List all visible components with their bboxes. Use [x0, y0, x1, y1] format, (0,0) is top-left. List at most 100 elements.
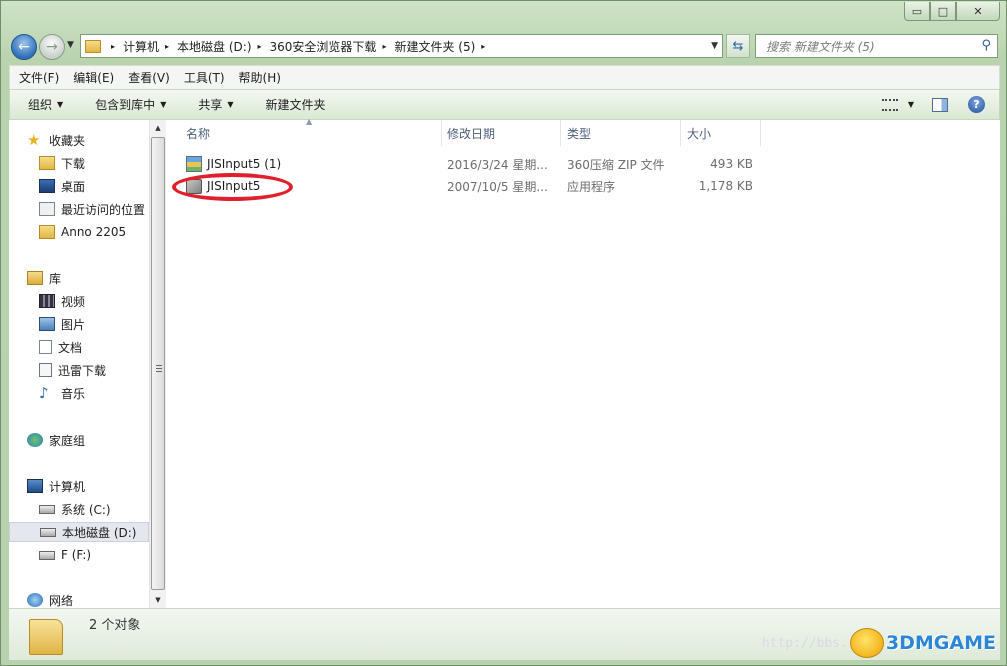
command-bar: 组织 ▼ 包含到库中 ▼ 共享 ▼ 新建文件夹 ▼ ? [9, 89, 1000, 120]
chevron-down-icon: ▼ [57, 100, 64, 109]
menu-edit[interactable]: 编辑(E) [64, 69, 119, 86]
organize-button[interactable]: 组织 ▼ [10, 96, 77, 113]
search-placeholder: 搜索 新建文件夹 (5) [766, 39, 875, 54]
minimize-icon: ▭ [911, 4, 923, 18]
removable-drive-icon [39, 550, 55, 560]
file-type-cell: 应用程序 [567, 179, 616, 194]
sidebar-item-pictures[interactable]: 图片 [9, 314, 149, 334]
close-button[interactable]: ✕ [956, 2, 1000, 21]
back-button[interactable]: ← [11, 34, 37, 60]
explorer-window: ▭ □ ✕ ← → ▼ ▸ 计算机 ▸ 本地磁盘 (D:) ▸ 360安全浏览器下载… [0, 0, 1007, 666]
homegroup-icon [27, 433, 43, 447]
sidebar-item-recent[interactable]: 最近访问的位置 [9, 199, 149, 219]
network-icon [27, 593, 43, 607]
sidebar-item-video[interactable]: 视频 [9, 291, 149, 311]
column-header-date[interactable]: 修改日期 [441, 120, 561, 146]
address-bar[interactable]: ▸ 计算机 ▸ 本地磁盘 (D:) ▸ 360安全浏览器下载 ▸ 新建文件夹 (5) ▸… [80, 34, 723, 58]
sidebar-item-homegroup[interactable]: 家庭组 [9, 430, 149, 450]
local-disk-icon [40, 527, 56, 537]
file-name-cell: JISInput5 (1) [186, 153, 281, 175]
menu-tools[interactable]: 工具(T) [175, 69, 230, 86]
documents-icon [39, 340, 52, 354]
breadcrumb-browser-downloads[interactable]: 360安全浏览器下载 ▸ [270, 38, 395, 55]
sidebar-item-favorites[interactable]: ★ 收藏夹 [9, 130, 149, 150]
sidebar-item-libraries[interactable]: 库 [9, 268, 149, 288]
item-count: 2 个对象 [89, 618, 141, 633]
library-icon [27, 271, 43, 285]
refresh-icon: ⇆ [732, 38, 744, 54]
sidebar-item-documents[interactable]: 文档 [9, 337, 149, 357]
close-icon: ✕ [973, 4, 983, 18]
share-button[interactable]: 共享 ▼ [180, 96, 247, 113]
breadcrumb-drive-d[interactable]: 本地磁盘 (D:) ▸ [177, 38, 269, 55]
menu-help[interactable]: 帮助(H) [230, 69, 286, 86]
maximize-button[interactable]: □ [930, 2, 956, 21]
preview-pane-icon[interactable] [932, 97, 948, 112]
view-dropdown-icon[interactable]: ▼ [908, 100, 914, 109]
forward-arrow-icon: → [46, 39, 58, 55]
column-header-name[interactable]: 名称 [180, 120, 442, 146]
navigation-row: ← → ▼ ▸ 计算机 ▸ 本地磁盘 (D:) ▸ 360安全浏览器下载 ▸ 新建文件… [1, 31, 1006, 61]
file-list: ▲ 名称 修改日期 类型 大小 JISInput5 (1) 2016/3/24 … [166, 117, 1000, 608]
address-dropdown-arrow[interactable]: ▼ [711, 41, 718, 51]
chevron-down-icon: ▼ [227, 100, 234, 109]
folder-icon [85, 39, 101, 53]
search-icon[interactable]: ⚲ [981, 38, 991, 53]
system-drive-icon [39, 504, 55, 514]
folder-icon [29, 619, 63, 655]
help-icon[interactable]: ? [968, 96, 985, 113]
file-size-cell: 493 KB [710, 157, 753, 171]
minimize-button[interactable]: ▭ [904, 2, 930, 21]
scroll-thumb[interactable] [151, 137, 165, 590]
menu-view[interactable]: 查看(V) [119, 69, 175, 86]
include-in-library-button[interactable]: 包含到库中 ▼ [77, 96, 180, 113]
details-pane: 2 个对象 http://bbs. 3DMGAME [9, 608, 1000, 660]
breadcrumb-root-arrow[interactable]: ▸ [105, 42, 123, 51]
caption-buttons: ▭ □ ✕ [904, 2, 1000, 21]
back-arrow-icon: ← [18, 39, 30, 55]
maximize-icon: □ [937, 4, 949, 18]
menu-file[interactable]: 文件(F) [10, 69, 64, 86]
recent-places-icon [39, 202, 55, 216]
recent-pages-dropdown[interactable]: ▼ [67, 40, 74, 50]
downloads-folder-icon [39, 156, 55, 170]
sidebar-item-thunder[interactable]: 迅雷下载 [9, 360, 149, 380]
navigation-scrollbar[interactable]: ▲ ▼ [149, 120, 166, 608]
watermark-brand: 3DMGAME [885, 632, 996, 654]
sidebar-item-network[interactable]: 网络 [9, 590, 149, 608]
search-input[interactable]: 搜索 新建文件夹 (5) ⚲ [755, 34, 998, 58]
highlight-circle [172, 173, 293, 201]
sidebar-item-downloads[interactable]: 下载 [9, 153, 149, 173]
sidebar-item-computer[interactable]: 计算机 [9, 476, 149, 496]
sidebar-item-drive-c[interactable]: 系统 (C:) [9, 499, 149, 519]
sidebar-item-anno[interactable]: Anno 2205 [9, 222, 149, 242]
navigation-pane: ★ 收藏夹 下载 桌面 最近访问的位置 Anno 2205 库 视频 图片 文档… [9, 120, 149, 608]
sidebar-item-desktop[interactable]: 桌面 [9, 176, 149, 196]
file-date-cell: 2016/3/24 星期... [447, 157, 548, 172]
table-row[interactable]: JISInput5 (1) 2016/3/24 星期... 360压缩 ZIP … [166, 153, 1000, 175]
scroll-grip-icon [156, 365, 162, 372]
breadcrumb-computer[interactable]: 计算机 ▸ [123, 38, 177, 55]
computer-icon [27, 479, 43, 493]
scroll-down-button[interactable]: ▼ [150, 592, 166, 608]
folder-icon [39, 225, 55, 239]
forward-button[interactable]: → [39, 34, 65, 60]
scroll-up-button[interactable]: ▲ [150, 120, 166, 136]
column-header-size[interactable]: 大小 [681, 120, 761, 146]
new-folder-button[interactable]: 新建文件夹 [248, 96, 340, 113]
zip-archive-icon [186, 156, 202, 172]
breadcrumb-current-folder[interactable]: 新建文件夹 (5) ▸ [394, 38, 493, 55]
desktop-icon [39, 179, 55, 193]
refresh-button[interactable]: ⇆ [726, 34, 750, 58]
mascot-icon [849, 628, 884, 658]
file-date-cell: 2007/10/5 星期... [447, 179, 548, 194]
music-icon: ♪ [39, 384, 49, 402]
sidebar-item-drive-f[interactable]: F (F:) [9, 545, 149, 565]
view-options-icon[interactable] [881, 98, 898, 111]
chevron-down-icon: ▼ [160, 100, 167, 109]
thunder-download-icon [39, 363, 52, 377]
sidebar-item-music[interactable]: ♪ 音乐 [9, 383, 149, 403]
pictures-icon [39, 317, 55, 331]
sidebar-item-drive-d[interactable]: 本地磁盘 (D:) [9, 522, 149, 542]
column-header-type[interactable]: 类型 [561, 120, 681, 146]
